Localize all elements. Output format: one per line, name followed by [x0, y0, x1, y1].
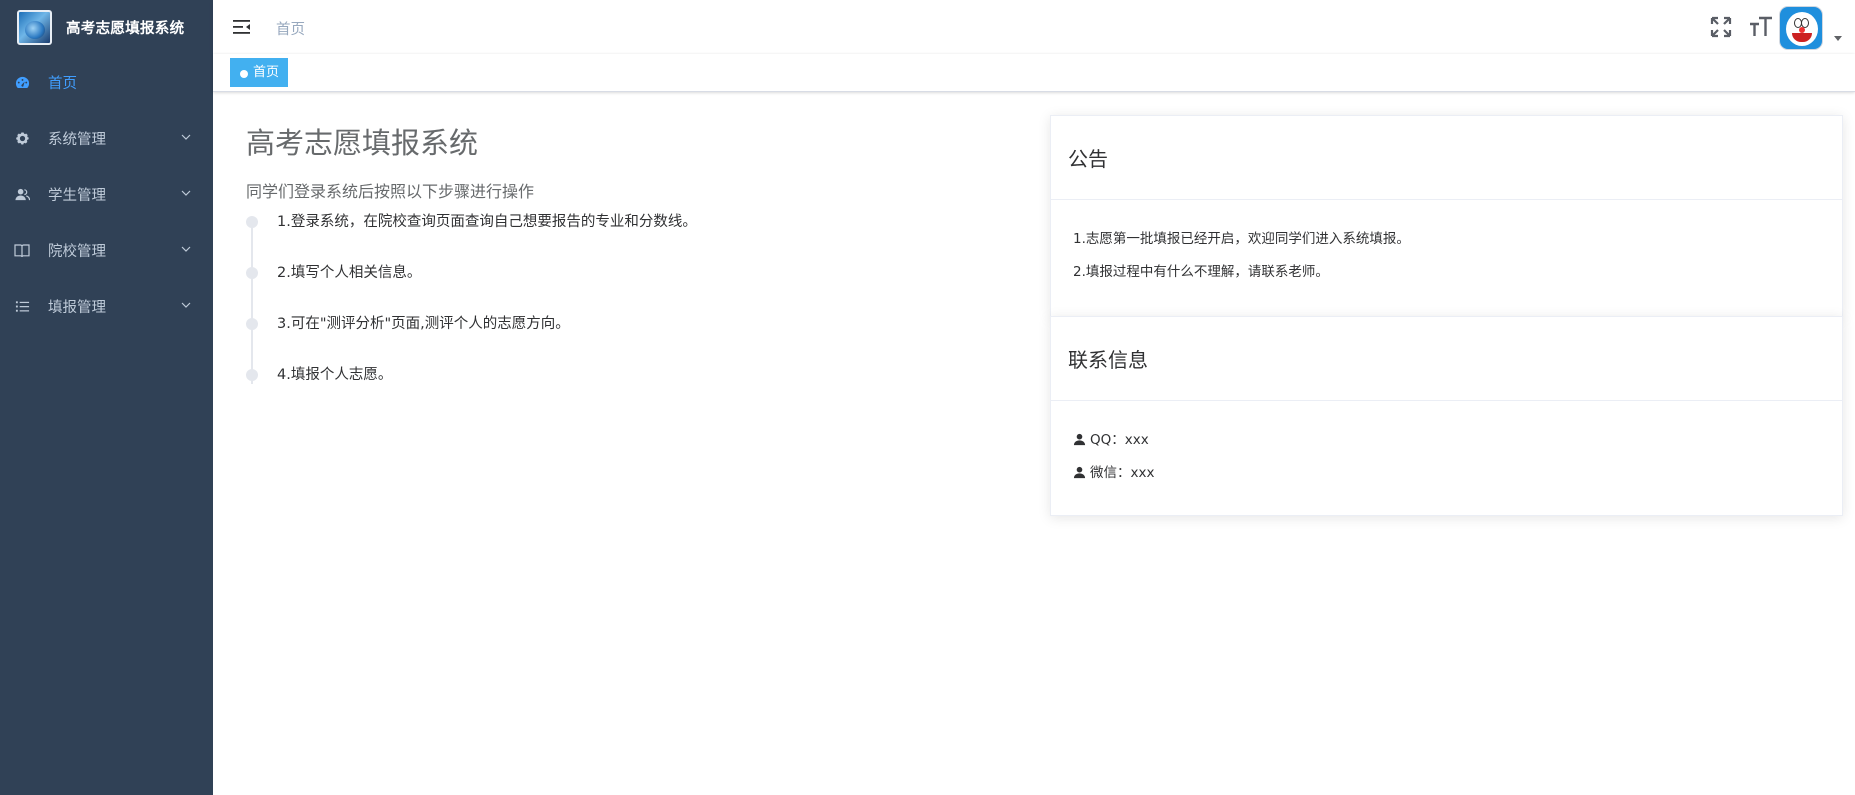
contact-card: 联系信息 QQ：xxx 微信：xxx — [1050, 316, 1843, 516]
timeline-item: 3.可在"测评分析"页面,测评个人的志愿方向。 — [246, 316, 946, 367]
timeline-dot — [246, 318, 258, 330]
contact-header: 联系信息 — [1051, 317, 1842, 401]
sidebar-item-label: 填报管理 — [48, 299, 106, 316]
list-icon — [14, 298, 30, 314]
timeline-dot — [246, 216, 258, 228]
sidebar-item-home[interactable]: 首页 — [0, 54, 213, 110]
timeline-dot — [246, 369, 258, 381]
gear-icon — [14, 130, 30, 146]
sidebar-item-label: 学生管理 — [48, 187, 106, 204]
contact-text: 微信：xxx — [1090, 464, 1155, 481]
contact-text: QQ：xxx — [1090, 431, 1149, 448]
timeline-item: 1.登录系统，在院校查询页面查询自己想要报告的专业和分数线。 — [246, 214, 946, 265]
chevron-down-icon — [181, 246, 191, 252]
sidebar-logo[interactable]: 高考志愿填报系统 — [0, 0, 213, 54]
timeline-dot — [246, 267, 258, 279]
timeline-text: 2.填写个人相关信息。 — [277, 265, 422, 281]
sidebar-item-label: 院校管理 — [48, 243, 106, 260]
chevron-down-icon — [181, 302, 191, 308]
page-title: 高考志愿填报系统 — [246, 126, 479, 160]
notice-line: 1.志愿第一批填报已经开启，欢迎同学们进入系统填报。 — [1073, 230, 1410, 247]
notice-line: 2.填报过程中有什么不理解，请联系老师。 — [1073, 263, 1329, 280]
hamburger-icon[interactable] — [233, 18, 251, 36]
timeline-item: 4.填报个人志愿。 — [246, 367, 946, 418]
sidebar-item-label: 系统管理 — [48, 131, 106, 148]
notice-title: 公告 — [1068, 147, 1108, 171]
sidebar-item-students[interactable]: 学生管理 — [0, 166, 213, 222]
app-title: 高考志愿填报系统 — [66, 20, 185, 37]
contact-line-qq: QQ：xxx — [1073, 423, 1820, 456]
steps-timeline: 1.登录系统，在院校查询页面查询自己想要报告的专业和分数线。 2.填写个人相关信… — [246, 214, 946, 418]
caret-down-icon[interactable] — [1834, 36, 1842, 41]
dashboard-icon — [14, 74, 30, 90]
timeline-text: 1.登录系统，在院校查询页面查询自己想要报告的专业和分数线。 — [277, 214, 697, 230]
avatar[interactable] — [1779, 6, 1823, 50]
tag-home[interactable]: 首页 — [230, 58, 289, 87]
sidebar-item-label: 首页 — [48, 75, 77, 92]
chevron-down-icon — [181, 190, 191, 196]
contact-body: QQ：xxx 微信：xxx — [1051, 401, 1842, 499]
user-icon — [1073, 466, 1086, 479]
user-icon — [1073, 433, 1086, 446]
user-icon — [14, 186, 30, 202]
fullscreen-icon[interactable] — [1710, 16, 1732, 38]
book-icon — [14, 242, 30, 258]
breadcrumb: 首页 — [276, 22, 305, 38]
timeline-item: 2.填写个人相关信息。 — [246, 265, 946, 316]
sidebar: 高考志愿填报系统 首页 系统管理 学生管理 院校管理 填报管理 — [0, 0, 213, 795]
sidebar-item-colleges[interactable]: 院校管理 — [0, 222, 213, 278]
timeline-text: 3.可在"测评分析"页面,测评个人的志愿方向。 — [277, 316, 570, 332]
notice-card: 公告 1.志愿第一批填报已经开启，欢迎同学们进入系统填报。 2.填报过程中有什么… — [1050, 115, 1843, 317]
tags-view: 首页 — [213, 54, 1855, 92]
contact-line-wechat: 微信：xxx — [1073, 456, 1820, 489]
contact-title: 联系信息 — [1068, 348, 1148, 372]
timeline-text: 4.填报个人志愿。 — [277, 367, 393, 383]
page-subtitle: 同学们登录系统后按照以下步骤进行操作 — [246, 182, 535, 201]
logo-image — [17, 9, 52, 45]
sidebar-item-system[interactable]: 系统管理 — [0, 110, 213, 166]
notice-body: 1.志愿第一批填报已经开启，欢迎同学们进入系统填报。 2.填报过程中有什么不理解… — [1051, 200, 1842, 298]
font-size-icon[interactable] — [1749, 15, 1773, 39]
sidebar-menu: 首页 系统管理 学生管理 院校管理 填报管理 — [0, 54, 213, 334]
notice-header: 公告 — [1051, 116, 1842, 200]
sidebar-item-applications[interactable]: 填报管理 — [0, 278, 213, 334]
chevron-down-icon — [181, 134, 191, 140]
navbar: 首页 — [213, 0, 1855, 54]
